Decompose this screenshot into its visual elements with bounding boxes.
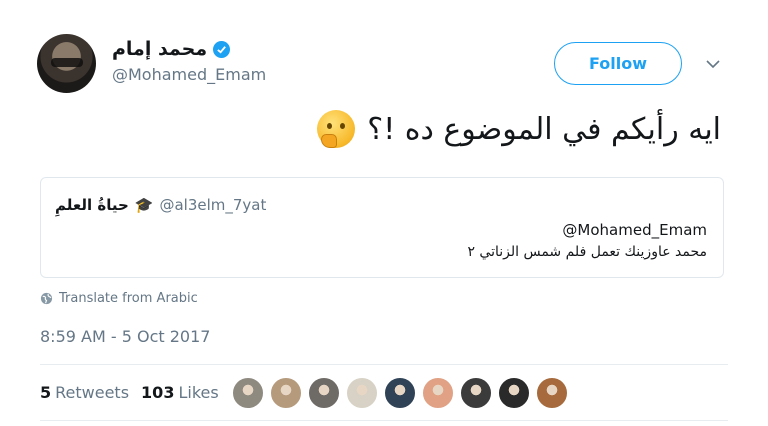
liker-avatar[interactable] [421,376,455,410]
retweets-stat[interactable]: 5 Retweets [40,383,129,402]
quoted-display-name: حياةُ العلمِ [55,196,129,214]
liker-avatar[interactable] [535,376,569,410]
liker-avatar[interactable] [497,376,531,410]
tweet-text: ايه رأيكم في الموضوع ده !؟ [367,111,721,147]
liker-avatar[interactable] [383,376,417,410]
quoted-tweet-header: حياةُ العلمِ 🎓 @al3elm_7yat [55,196,266,214]
divider [40,420,728,421]
tweet-timestamp[interactable]: 8:59 AM - 5 Oct 2017 [40,327,210,346]
retweets-count: 5 [40,383,52,402]
author-avatar[interactable] [37,34,96,93]
liker-avatar[interactable] [459,376,493,410]
quoted-handle: @al3elm_7yat [159,196,267,214]
likers-avatar-list [231,376,569,410]
liker-avatar[interactable] [307,376,341,410]
quoted-tweet-text: محمد عاوزينك تعمل فلم شمس الزناتي ٢ [467,244,707,260]
liker-avatar[interactable] [231,376,265,410]
likes-stat[interactable]: 103 Likes [141,383,219,402]
quoted-mention[interactable]: @Mohamed_Emam [562,221,707,239]
retweets-label: Retweets [55,383,130,402]
translate-label: Translate from Arabic [59,291,198,306]
author-handle[interactable]: @Mohamed_Emam [112,65,266,84]
globe-icon [40,292,53,305]
author-name-row: محمد إمام [112,38,231,60]
divider [40,364,728,365]
translate-link[interactable]: Translate from Arabic [40,291,198,306]
likes-label: Likes [178,383,219,402]
author-display-name[interactable]: محمد إمام [112,38,207,60]
chevron-down-icon[interactable] [704,55,722,73]
follow-button[interactable]: Follow [554,42,682,85]
verified-badge-icon [213,40,231,58]
likes-count: 103 [141,383,175,402]
thinking-face-icon [317,110,356,148]
quoted-tweet-card[interactable]: حياةُ العلمِ 🎓 @al3elm_7yat @Mohamed_Ema… [40,177,724,278]
graduation-cap-icon: 🎓 [134,196,154,214]
tweet-text-row: ايه رأيكم في الموضوع ده !؟ [317,110,721,148]
tweet-stats: 5 Retweets 103 Likes [40,383,219,402]
liker-avatar[interactable] [269,376,303,410]
liker-avatar[interactable] [345,376,379,410]
